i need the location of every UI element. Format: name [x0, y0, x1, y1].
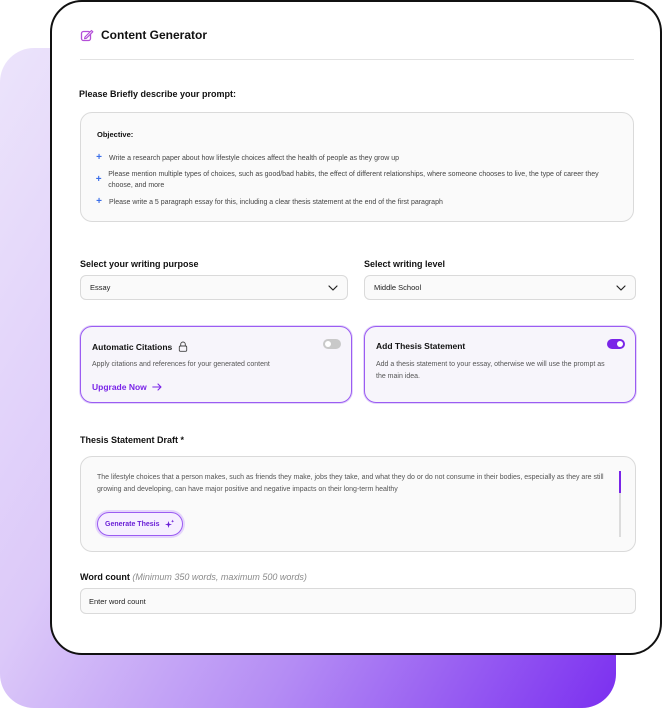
objective-label: Objective:: [97, 130, 134, 139]
automatic-citations-card: Automatic Citations Apply citations and …: [80, 326, 352, 403]
sparkle-icon: [165, 519, 175, 528]
add-thesis-description: Add a thesis statement to your essay, ot…: [376, 361, 605, 380]
chevron-down-icon: [616, 284, 626, 291]
word-count-title: Word count: [80, 572, 130, 582]
content-generator-card: Content Generator Please Briefly describ…: [50, 0, 662, 655]
list-item: + Write a research paper about how lifes…: [95, 153, 605, 164]
scrollbar-track[interactable]: [619, 471, 621, 537]
pencil-document-icon: [80, 29, 94, 42]
word-count-label: Word count (Minimum 350 words, maximum 5…: [80, 572, 307, 582]
writing-purpose-value: Essay: [90, 283, 111, 292]
automatic-citations-label: Automatic Citations: [92, 341, 173, 352]
list-item: + Please mention multiple types of choic…: [95, 169, 605, 191]
upgrade-now-link[interactable]: Upgrade Now: [92, 382, 162, 392]
header: Content Generator: [80, 28, 207, 42]
thesis-draft-label: Thesis Statement Draft *: [80, 435, 185, 445]
list-item-text: Write a research paper about how lifesty…: [109, 155, 400, 162]
writing-purpose-select[interactable]: Essay: [80, 275, 348, 300]
toggle-knob: [325, 341, 331, 347]
plus-icon: +: [96, 152, 102, 163]
plus-icon: +: [96, 196, 102, 207]
add-thesis-toggle[interactable]: [607, 339, 625, 349]
word-count-hint: (Minimum 350 words, maximum 500 words): [132, 572, 307, 582]
arrow-right-icon: [152, 383, 162, 391]
list-item-text: Please write a 5 paragraph essay for thi…: [109, 199, 443, 206]
automatic-citations-toggle[interactable]: [323, 339, 341, 349]
writing-purpose-label: Select your writing purpose: [80, 259, 199, 269]
prompt-label: Please Briefly describe your prompt:: [79, 89, 237, 99]
add-thesis-label: Add Thesis Statement: [376, 341, 466, 351]
upgrade-now-label: Upgrade Now: [92, 382, 147, 392]
writing-level-value: Middle School: [374, 283, 422, 292]
add-thesis-title: Add Thesis Statement: [376, 341, 465, 351]
automatic-citations-description: Apply citations and references for your …: [92, 361, 270, 368]
thesis-draft-textarea[interactable]: The lifestyle choices that a person make…: [80, 456, 636, 552]
word-count-input[interactable]: [80, 588, 636, 614]
writing-level-label: Select writing level: [364, 259, 446, 269]
toggle-knob: [617, 341, 623, 347]
plus-icon: +: [95, 174, 102, 185]
thesis-draft-text: The lifestyle choices that a person make…: [97, 474, 604, 493]
header-divider: [80, 59, 634, 60]
lock-icon: [179, 341, 188, 352]
page-title: Content Generator: [101, 28, 208, 42]
generate-thesis-label: Generate Thesis: [105, 520, 160, 528]
generate-thesis-button[interactable]: Generate Thesis: [97, 512, 184, 536]
add-thesis-card: Add Thesis Statement Add a thesis statem…: [364, 326, 636, 403]
prompt-textarea[interactable]: Objective: + Write a research paper abou…: [80, 112, 634, 222]
chevron-down-icon: [328, 284, 338, 291]
list-item-text: Please mention multiple types of choices…: [108, 171, 599, 189]
writing-level-select[interactable]: Middle School: [364, 275, 636, 300]
scrollbar-thumb[interactable]: [619, 471, 621, 493]
list-item: + Please write a 5 paragraph essay for t…: [95, 197, 605, 208]
automatic-citations-title: Automatic Citations: [92, 341, 188, 352]
